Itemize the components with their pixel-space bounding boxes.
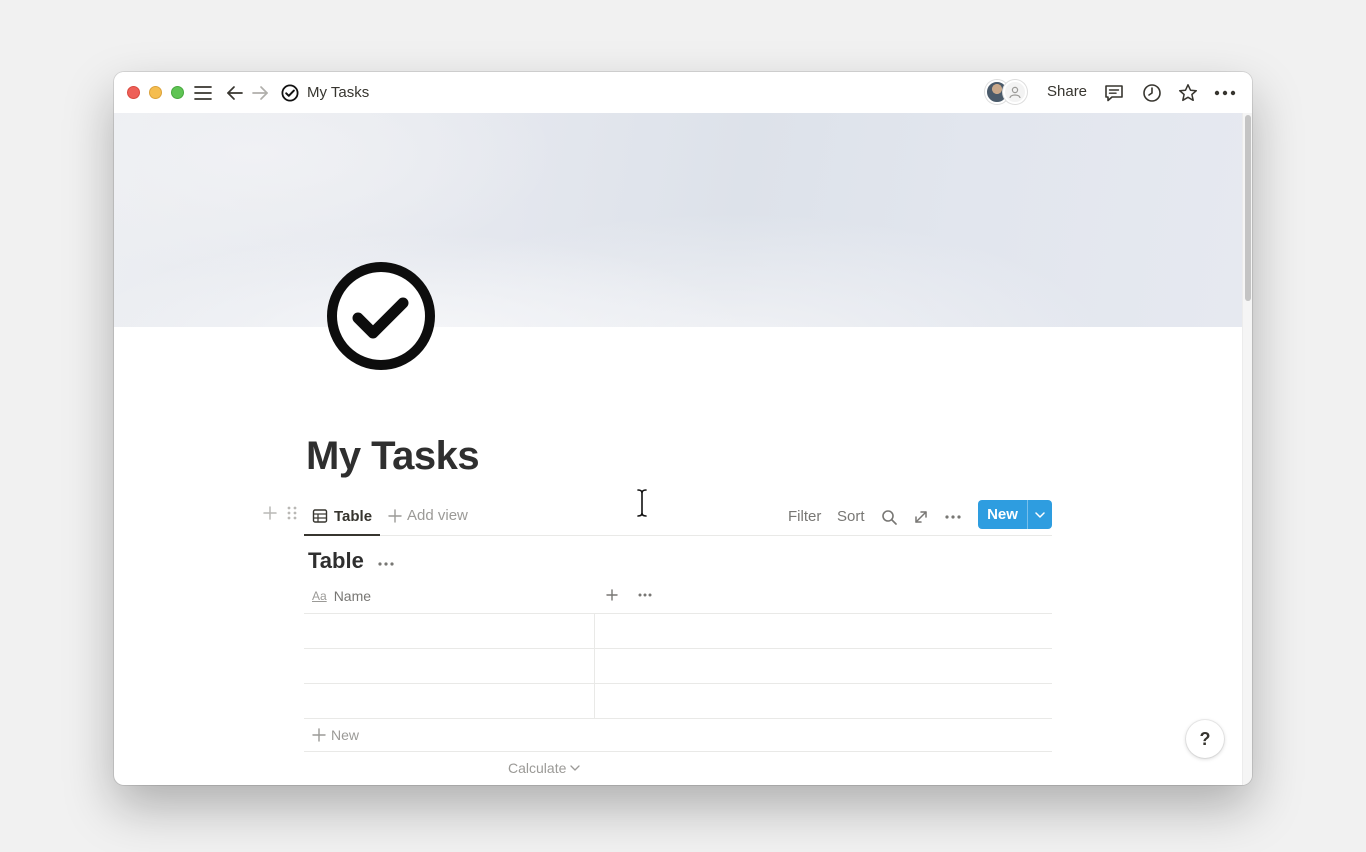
help-button[interactable]: ? bbox=[1186, 720, 1224, 758]
add-view-label: Add view bbox=[407, 507, 468, 524]
sort-button[interactable]: Sort bbox=[837, 508, 865, 525]
plus-icon bbox=[388, 508, 402, 523]
page-cover-image[interactable] bbox=[114, 113, 1242, 327]
close-window-button[interactable] bbox=[127, 86, 140, 99]
title-bar: My Tasks Share bbox=[114, 72, 1252, 113]
view-more-icon[interactable] bbox=[943, 507, 963, 527]
page-icon-check[interactable] bbox=[325, 260, 437, 372]
table-view-title[interactable]: Table bbox=[308, 548, 364, 574]
new-record-label: New bbox=[987, 506, 1018, 523]
page-title[interactable]: My Tasks bbox=[306, 434, 480, 479]
table-row[interactable] bbox=[304, 684, 1052, 719]
tab-table-label: Table bbox=[334, 507, 373, 525]
table-header: Aa Name bbox=[304, 579, 1052, 614]
sidebar-menu-icon[interactable] bbox=[194, 83, 212, 103]
calculate-label: Calculate bbox=[508, 760, 567, 776]
add-view-button[interactable]: Add view bbox=[388, 507, 468, 524]
column-header-name-label: Name bbox=[333, 588, 372, 604]
app-window: My Tasks Share My Tasks Table Add view F… bbox=[114, 72, 1252, 785]
column-header-name[interactable]: Aa Name bbox=[312, 588, 371, 604]
calculate-button[interactable]: Calculate bbox=[508, 760, 581, 776]
minimize-window-button[interactable] bbox=[149, 86, 162, 99]
search-icon[interactable] bbox=[879, 507, 899, 527]
more-options-icon[interactable] bbox=[1214, 83, 1236, 103]
share-button[interactable]: Share bbox=[1047, 83, 1087, 100]
zoom-window-button[interactable] bbox=[171, 86, 184, 99]
add-row-label: New bbox=[331, 727, 360, 743]
breadcrumb-page-title[interactable]: My Tasks bbox=[307, 84, 369, 101]
database-table: Aa Name New bbox=[304, 579, 1052, 752]
back-arrow-icon[interactable] bbox=[226, 83, 244, 103]
filter-button[interactable]: Filter bbox=[788, 508, 821, 525]
plus-icon bbox=[312, 728, 326, 742]
chevron-down-icon bbox=[570, 765, 581, 771]
new-record-button[interactable]: New bbox=[978, 500, 1052, 529]
window-controls bbox=[127, 86, 184, 99]
table-view-icon bbox=[312, 509, 328, 523]
text-property-icon: Aa bbox=[312, 589, 327, 603]
block-add-icon[interactable] bbox=[262, 505, 278, 526]
column-more-icon[interactable] bbox=[637, 587, 653, 608]
database-views-bar: Table Add view Filter Sort New bbox=[304, 498, 1052, 536]
expand-icon[interactable] bbox=[911, 507, 931, 527]
add-row-button[interactable]: New bbox=[304, 719, 1052, 752]
favorite-star-icon[interactable] bbox=[1178, 83, 1198, 103]
scrollbar-track[interactable] bbox=[1242, 113, 1252, 785]
comments-icon[interactable] bbox=[1104, 83, 1124, 103]
guest-avatar[interactable] bbox=[1003, 80, 1027, 104]
tab-table[interactable]: Table bbox=[304, 498, 380, 536]
forward-arrow-icon[interactable] bbox=[251, 83, 269, 103]
scrollbar-thumb[interactable] bbox=[1245, 115, 1251, 301]
new-template-chevron-down-icon[interactable] bbox=[1028, 511, 1052, 518]
drag-handle-icon[interactable] bbox=[286, 505, 298, 526]
table-row[interactable] bbox=[304, 614, 1052, 649]
page-check-icon bbox=[281, 83, 299, 103]
table-title-more-icon[interactable] bbox=[378, 553, 394, 571]
add-property-icon[interactable] bbox=[604, 587, 620, 608]
history-clock-icon[interactable] bbox=[1142, 83, 1162, 103]
table-row[interactable] bbox=[304, 649, 1052, 684]
